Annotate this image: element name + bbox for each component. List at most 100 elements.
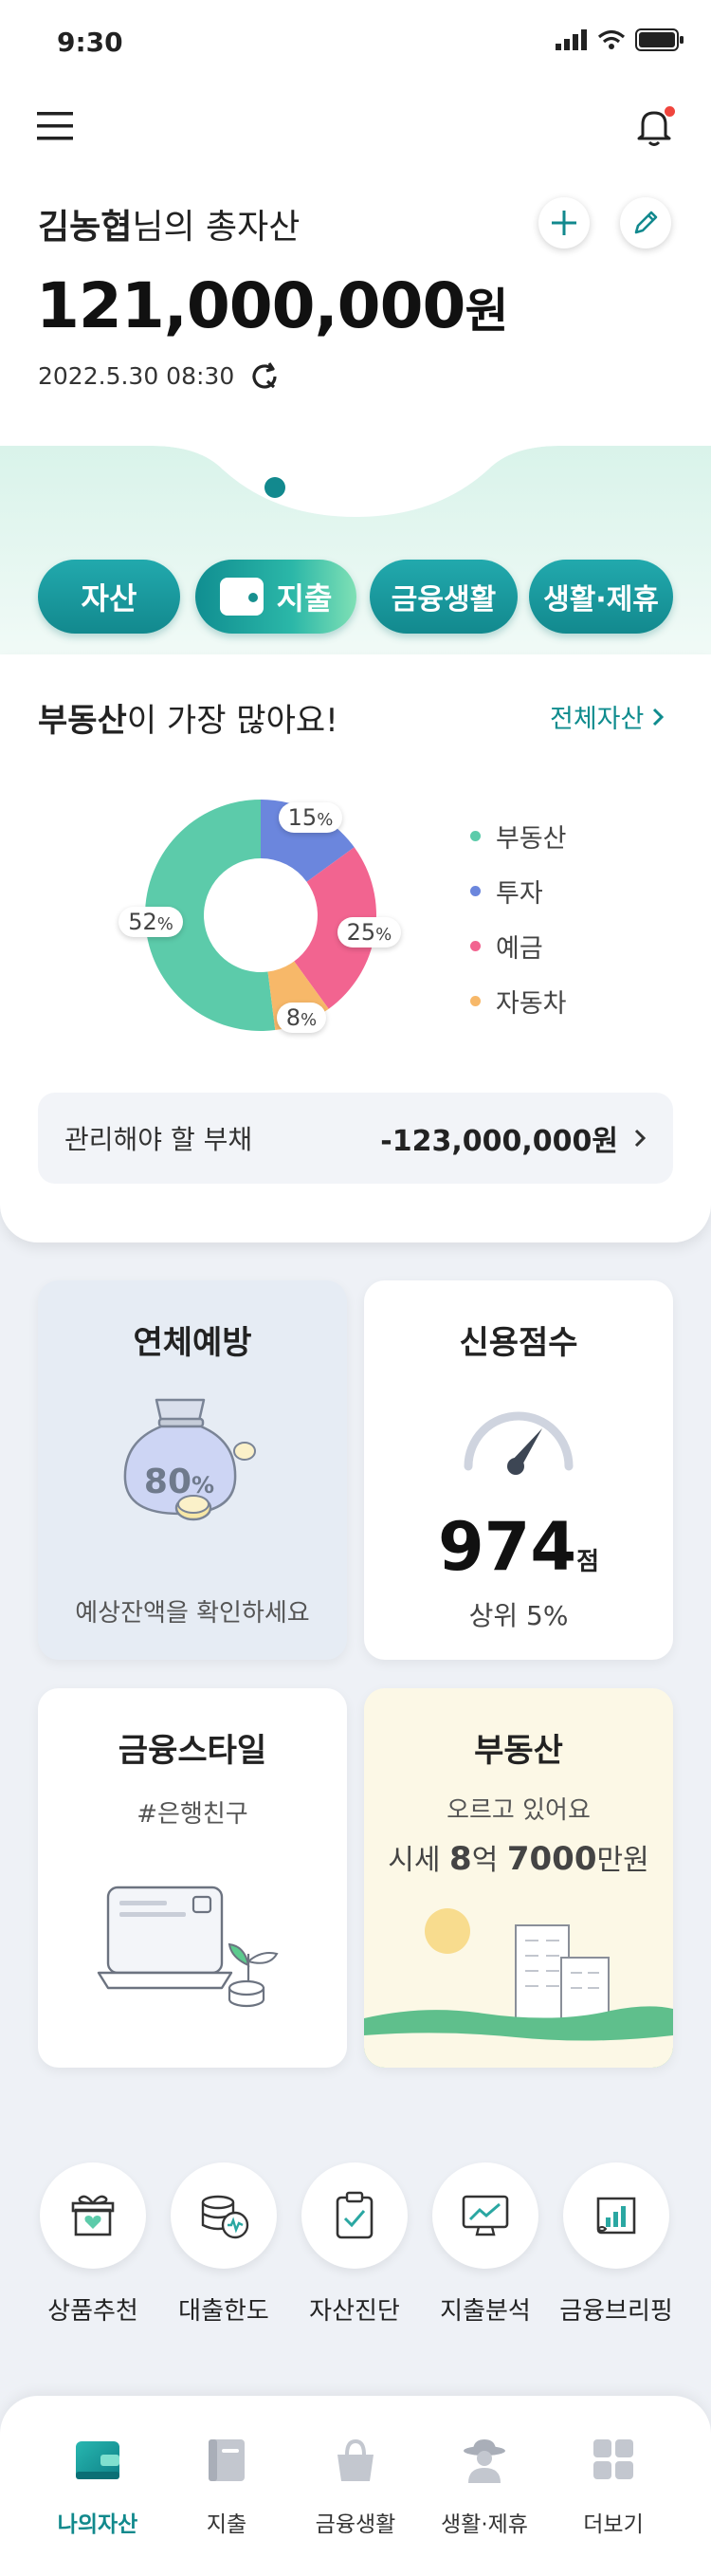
shortcut-label: 지출분석 — [440, 2297, 531, 2326]
legend-dot — [470, 995, 481, 1006]
donut-percent-label: 15% — [278, 801, 343, 833]
tab-label: 생활·제휴 — [441, 2512, 528, 2537]
category-tab-finance-life[interactable]: 금융생활 — [370, 560, 518, 634]
tab-my-assets[interactable]: 나의자산 — [36, 2436, 159, 2538]
price-b-unit: 만원 — [596, 1844, 649, 1877]
legend-label: 자동차 — [496, 988, 567, 1019]
asset-highlight: 부동산 — [38, 702, 127, 740]
status-bar: 9:30 — [0, 0, 711, 85]
percent-unit: % — [300, 1009, 318, 1030]
city-landscape-icon — [364, 1908, 673, 2068]
price-prefix: 시세 — [388, 1844, 441, 1877]
tab-more[interactable]: 더보기 — [552, 2436, 675, 2538]
category-tab-spending[interactable]: 지출 — [195, 560, 356, 634]
shortcut-spending-analysis[interactable]: 지출분석 — [419, 2162, 552, 2327]
tab-finance-life[interactable]: 금융생활 — [294, 2436, 417, 2538]
notification-bell-icon[interactable] — [629, 102, 679, 152]
update-datetime: 2022.5.30 08:30 — [38, 362, 235, 390]
all-assets-link[interactable]: 전체자산 — [550, 698, 665, 735]
shortcut-label: 자산진단 — [309, 2297, 400, 2326]
asset-headline-rest: 이 가장 많아요! — [126, 702, 338, 740]
tab-label: 나의자산 — [57, 2512, 138, 2537]
chevron-right-icon — [634, 1129, 647, 1148]
shortcut-product-recommend[interactable]: 상품추천 — [27, 2162, 159, 2327]
debt-label: 관리해야 할 부채 — [64, 1124, 253, 1155]
refresh-icon[interactable] — [248, 360, 281, 393]
monitor-chart-icon — [462, 2195, 509, 2236]
category-tab-spending-label: 지출 — [276, 580, 333, 616]
credit-score: 974점 — [364, 1508, 673, 1586]
laptop-plant-icon — [97, 1886, 279, 2008]
bottom-tab-bar: 나의자산 지출 금융생활 생활·제휴 더보기 — [0, 2396, 711, 2576]
percent-value: 15 — [287, 803, 318, 831]
gift-icon — [71, 2195, 115, 2236]
shortcut-asset-diagnosis[interactable]: 자산진단 — [288, 2162, 421, 2327]
report-chart-icon — [596, 2197, 636, 2235]
percent-unit: % — [317, 809, 334, 830]
percent-unit: % — [375, 925, 392, 946]
legend-label: 부동산 — [496, 823, 567, 854]
tab-label: 지출 — [206, 2512, 247, 2537]
legend-item: 부동산 — [470, 808, 567, 863]
gauge-icon — [464, 1411, 574, 1475]
shortcut-finance-briefing[interactable]: 금융브리핑 — [550, 2162, 683, 2327]
finance-style-card[interactable]: 금융스타일 #은행친구 — [38, 1688, 347, 2068]
tab-spending[interactable]: 지출 — [165, 2436, 288, 2538]
credit-rank: 상위 5% — [468, 1600, 569, 1631]
debt-row[interactable]: 관리해야 할 부채 -123,000,000원 — [38, 1093, 673, 1184]
asset-headline: 부동산이 가장 많아요! — [38, 694, 338, 741]
owner-title: 김농협님의 총자산 — [38, 199, 300, 248]
card-title: 부동산 — [474, 1732, 563, 1770]
overdue-caption: 예상잔액을 확인하세요 — [75, 1599, 310, 1628]
all-assets-label: 전체자산 — [550, 705, 645, 734]
overdue-percent: 80% — [25, 1463, 334, 1501]
legend-label: 예금 — [496, 933, 543, 964]
card-title: 연체예방 — [133, 1324, 252, 1362]
wallet-tab-icon — [76, 2441, 119, 2479]
tab-label: 금융생활 — [315, 2512, 396, 2537]
shortcut-label: 상품추천 — [47, 2297, 138, 2326]
card-title: 금융스타일 — [118, 1732, 267, 1770]
overdue-prevention-card[interactable]: 연체예방 80% 예상잔액을 확인하세요 — [38, 1280, 347, 1660]
category-tab-asset[interactable]: 자산 — [38, 560, 180, 634]
edit-button[interactable] — [620, 197, 671, 248]
person-hat-icon — [464, 2439, 505, 2483]
status-time: 9:30 — [57, 27, 123, 58]
tab-lifestyle[interactable]: 생활·제휴 — [423, 2436, 546, 2538]
total-amount-number: 121,000,000 — [36, 269, 465, 342]
signal-icon — [556, 29, 587, 50]
menu-icon[interactable] — [34, 104, 78, 148]
total-asset-amount: 121,000,000원 — [36, 269, 508, 342]
wallet-icon — [219, 578, 264, 616]
notebook-icon — [209, 2439, 245, 2481]
percent-value: 8 — [285, 1003, 301, 1031]
overdue-percent-unit: % — [191, 1472, 215, 1499]
realestate-price: 시세 8억 7000만원 — [364, 1836, 673, 1878]
legend-item: 예금 — [470, 918, 567, 973]
bag-icon — [337, 2438, 374, 2481]
donut-percent-label: 52% — [118, 907, 183, 938]
chart-legend: 부동산 투자 예금 자동차 — [470, 808, 567, 1028]
debt-value: -123,000,000원 — [380, 1125, 618, 1158]
donut-percent-label: 25% — [337, 917, 402, 948]
tab-label: 더보기 — [583, 2512, 644, 2537]
shortcut-row: 상품추천 대출한도 자산진단 지출분석 금융브리핑 — [0, 2162, 711, 2333]
shortcut-loan-limit[interactable]: 대출한도 — [157, 2162, 290, 2327]
price-a: 8 — [449, 1840, 472, 1878]
percent-value: 25 — [346, 919, 376, 947]
legend-dot — [470, 885, 481, 896]
card-title: 신용점수 — [459, 1324, 578, 1362]
finance-style-tag: #은행친구 — [137, 1800, 248, 1829]
shortcut-label: 대출한도 — [178, 2297, 269, 2326]
shortcut-label: 금융브리핑 — [559, 2297, 673, 2326]
overdue-percent-value: 80 — [143, 1463, 192, 1501]
realestate-card[interactable]: 부동산 오르고 있어요 시세 8억 7000만원 — [364, 1688, 673, 2068]
category-tab-lifestyle[interactable]: 생활·제휴 — [529, 560, 673, 634]
percent-value: 52 — [128, 909, 157, 936]
chevron-right-icon — [653, 708, 665, 726]
pencil-icon — [634, 211, 658, 234]
clipboard-check-icon — [336, 2191, 374, 2239]
add-button[interactable] — [538, 197, 590, 248]
legend-item: 자동차 — [470, 973, 567, 1028]
legend-label: 투자 — [496, 878, 543, 909]
